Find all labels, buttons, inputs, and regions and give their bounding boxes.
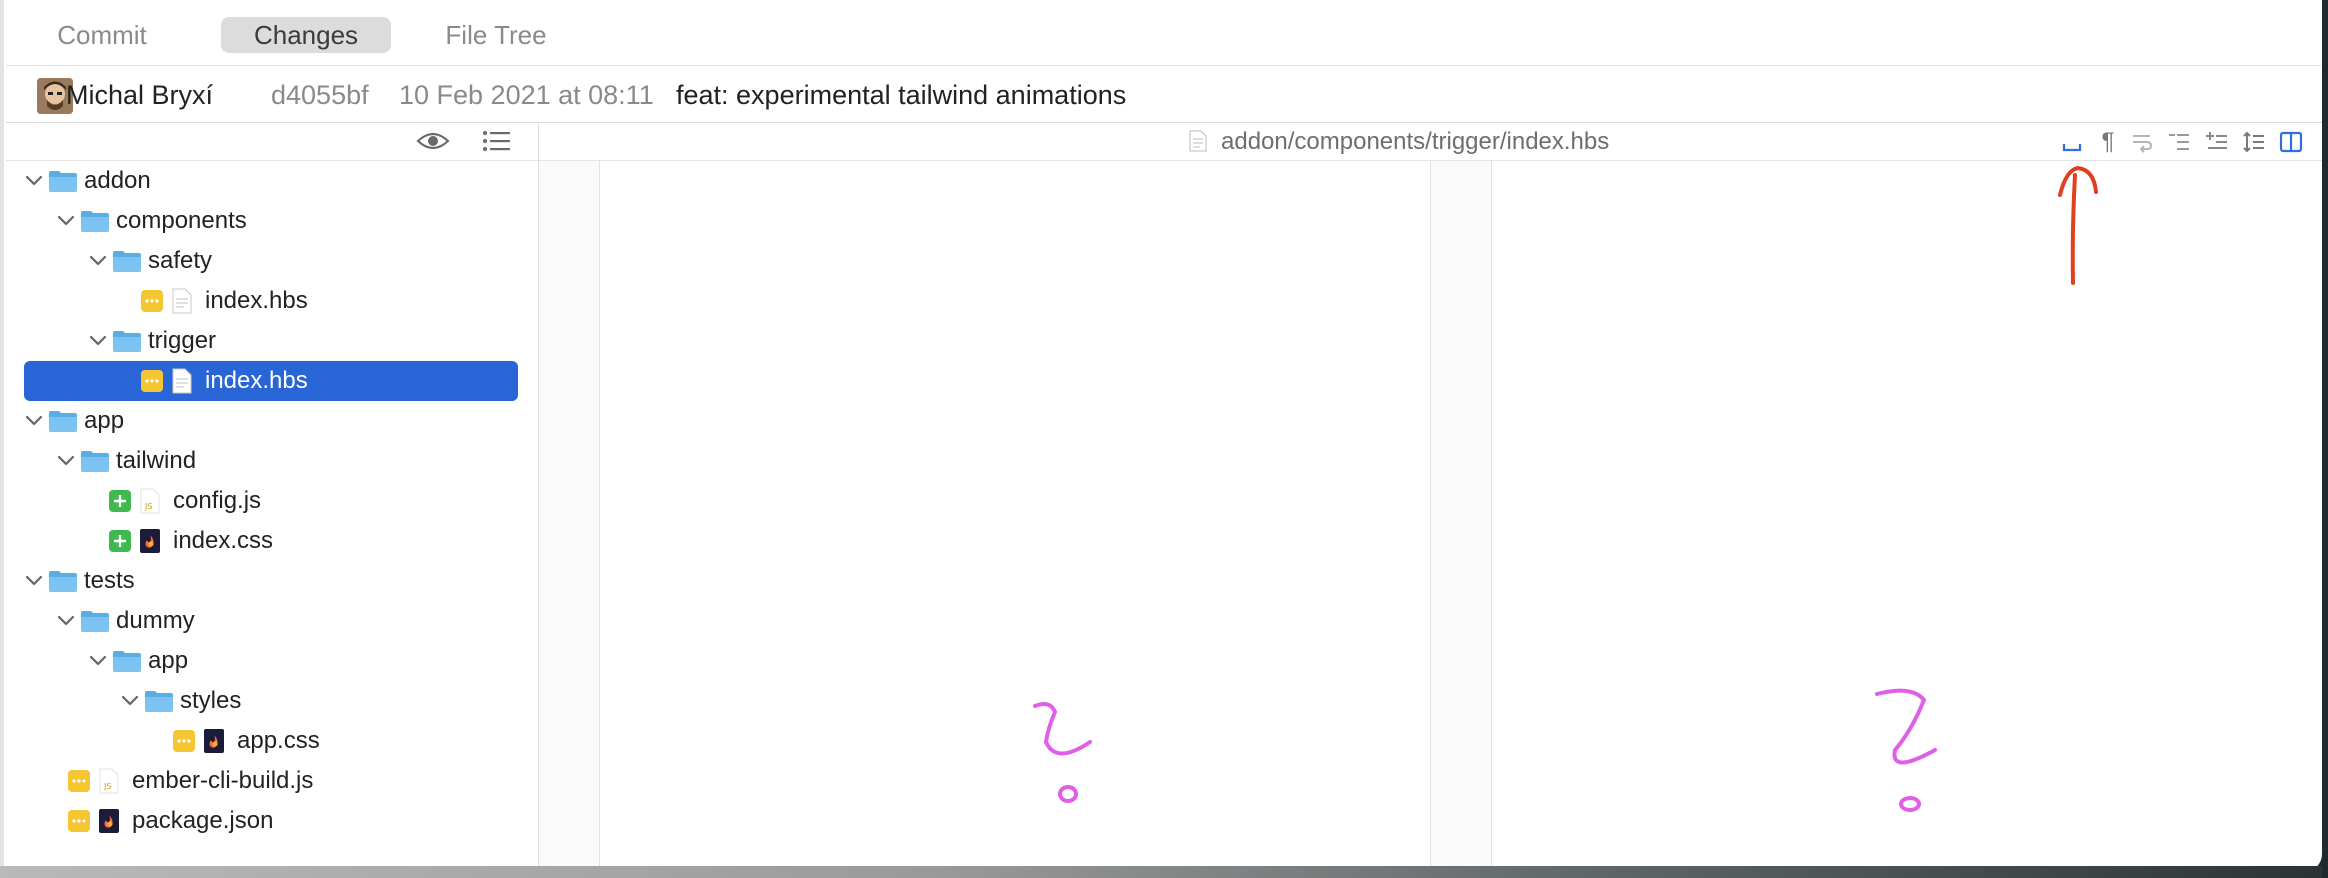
red-arrow-annotation: [2058, 165, 2098, 285]
question-mark-annotation-right: [1875, 688, 1937, 812]
question-mark-annotation-left: [1033, 702, 1092, 803]
window-edge: [0, 0, 4, 878]
desktop-background-strip: [0, 866, 2322, 878]
app-window: Commit Changes File Tree Michal Bryxí d4…: [0, 0, 2322, 872]
annotation-layer: [1033, 165, 2098, 812]
